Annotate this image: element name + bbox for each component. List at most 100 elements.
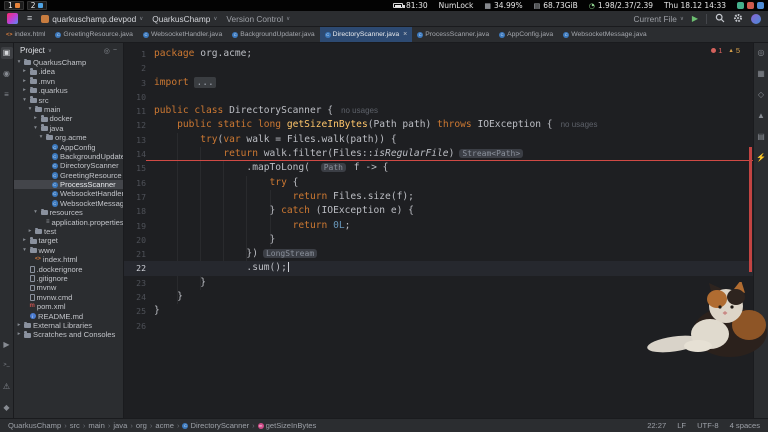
breadcrumb-item[interactable]: QuarkusChamp <box>8 421 61 430</box>
editor-tab[interactable]: <> index.html <box>1 27 50 42</box>
editor-tab[interactable]: C WebsocketHandler.java <box>138 27 227 42</box>
line-number[interactable]: 15 <box>124 161 146 175</box>
line-number[interactable]: 11 <box>124 104 146 118</box>
line-number[interactable]: 16 <box>124 176 146 190</box>
project-widget[interactable]: QuarkusChamp ∨ <box>152 14 217 24</box>
maven-icon[interactable]: ▲ <box>755 110 767 122</box>
editor-tab[interactable]: C DirectoryScanner.java × <box>319 27 413 42</box>
line-number[interactable]: 22 <box>124 261 146 275</box>
expander-icon[interactable]: ▾ <box>33 124 39 133</box>
tree-item[interactable]: ▾ org.acme <box>14 133 123 142</box>
problems-icon[interactable]: ⚠ <box>1 381 13 393</box>
breadcrumb-item[interactable]: src <box>70 421 80 430</box>
line-number[interactable]: 10 <box>124 90 146 104</box>
tree-item[interactable]: C AppConfig <box>14 143 123 152</box>
code-line[interactable]: 1 package org.acme; <box>124 47 753 61</box>
editor-tab[interactable]: C ProcessScanner.java <box>412 27 494 42</box>
tree-item[interactable]: C GreetingResource <box>14 171 123 180</box>
code-line[interactable]: 20 } <box>124 233 753 247</box>
structure-icon[interactable]: ≡ <box>1 89 13 101</box>
breadcrumb-item[interactable]: org <box>136 421 147 430</box>
tree-item[interactable]: C ProcessScanner <box>14 180 123 190</box>
expander-icon[interactable]: ▾ <box>16 58 22 67</box>
tree-item[interactable]: ▾ www <box>14 246 123 255</box>
tree-item[interactable]: ▸ target <box>14 236 123 245</box>
tree-item[interactable]: .dockerignore <box>14 265 123 274</box>
vcs-widget[interactable]: Version Control ∨ <box>226 14 290 24</box>
gradle-icon[interactable]: ◇ <box>755 89 767 101</box>
code-line[interactable]: 21 }) LongStream <box>124 247 753 261</box>
tree-item[interactable]: ▸ test <box>14 227 123 236</box>
editor-tab[interactable]: C WebsocketMessage.java <box>558 27 651 42</box>
tree-item[interactable]: i README.md <box>14 312 123 321</box>
code-line[interactable]: 15 .mapToLong( Path f -> { <box>124 161 753 175</box>
tree-item[interactable]: ▸ docker <box>14 114 123 123</box>
tree-item[interactable]: ▸ .quarkus <box>14 86 123 95</box>
main-menu-icon[interactable]: ≡ <box>27 14 32 23</box>
tree-item[interactable]: C WebsocketHandler <box>14 189 123 198</box>
run-config-widget[interactable]: Current File ∨ <box>633 14 683 24</box>
terminal-icon[interactable]: >_ <box>1 360 13 372</box>
tree-item[interactable]: <> index.html <box>14 255 123 264</box>
expander-icon[interactable]: ▸ <box>22 67 28 76</box>
workspace-2[interactable]: 2 <box>26 1 47 10</box>
tree-item[interactable]: ▾ main <box>14 105 123 114</box>
tree-item[interactable]: ▸ Scratches and Consoles <box>14 330 123 339</box>
code-line[interactable]: 19 return 0L; <box>124 219 753 233</box>
run-button[interactable]: ▶ <box>692 14 698 23</box>
tree-item[interactable]: mvnw.cmd <box>14 293 123 302</box>
tray-icon-1[interactable] <box>737 2 744 9</box>
expander-icon[interactable]: ▸ <box>22 86 28 95</box>
editor-tab[interactable]: C AppConfig.java <box>494 27 558 42</box>
tree-item[interactable]: C BackgroundUpdater <box>14 152 123 161</box>
run-tool-icon[interactable]: ▶ <box>1 339 13 351</box>
tree-item[interactable]: ▾ QuarkusChamp <box>14 58 123 67</box>
hide-panel-icon[interactable]: − <box>113 47 117 54</box>
tree-item[interactable]: ▸ External Libraries <box>14 321 123 330</box>
line-number[interactable]: 21 <box>124 247 146 261</box>
expander-icon[interactable]: ▾ <box>38 133 44 142</box>
search-everywhere-button[interactable] <box>715 13 725 25</box>
caret-position[interactable]: 22:27 <box>647 421 666 430</box>
line-number[interactable]: 19 <box>124 219 146 233</box>
database-icon[interactable]: ▤ <box>755 131 767 143</box>
tree-item[interactable]: ≡ application.properties <box>14 218 123 227</box>
endpoints-icon[interactable]: ⚡ <box>755 152 767 164</box>
line-number[interactable]: 2 <box>124 61 146 75</box>
line-number[interactable]: 24 <box>124 290 146 304</box>
line-number[interactable]: 18 <box>124 204 146 218</box>
services-icon[interactable]: ◆ <box>1 402 13 414</box>
expander-icon[interactable]: ▾ <box>22 246 28 255</box>
tree-item[interactable]: .gitignore <box>14 274 123 283</box>
code-line[interactable]: 10 <box>124 90 753 104</box>
line-number[interactable]: 25 <box>124 304 146 318</box>
tree-item[interactable]: ▸ .idea <box>14 67 123 76</box>
settings-button[interactable] <box>733 13 743 25</box>
avatar[interactable] <box>751 13 761 24</box>
file-encoding[interactable]: UTF-8 <box>697 421 719 430</box>
code-line[interactable]: 17 return Files.size(f); <box>124 190 753 204</box>
line-number[interactable]: 12 <box>124 118 146 132</box>
inspections-widget[interactable]: 1 ▲ 5 <box>711 46 740 55</box>
breadcrumb-item[interactable]: acme <box>155 421 174 430</box>
line-number[interactable]: 14 <box>124 147 146 161</box>
devpod-widget[interactable]: quarkuschamp.devpod ∨ <box>41 14 143 24</box>
code-line[interactable]: 13 try(var walk = Files.walk(path)) { <box>124 133 753 147</box>
expander-icon[interactable]: ▸ <box>16 330 22 339</box>
line-number[interactable]: 26 <box>124 319 146 333</box>
tree-item[interactable]: m pom.xml <box>14 302 123 311</box>
code-line[interactable]: 16 try { <box>124 176 753 190</box>
breadcrumb-item[interactable]: java <box>113 421 127 430</box>
editor-tab[interactable]: C BackgroundUpdater.java <box>227 27 319 42</box>
expander-icon[interactable]: ▸ <box>16 321 22 330</box>
tray-icon-3[interactable] <box>757 2 764 9</box>
line-separator[interactable]: LF <box>677 421 686 430</box>
expander-icon[interactable]: ▾ <box>22 96 28 105</box>
code-line[interactable]: 18 } catch (IOException e) { <box>124 204 753 218</box>
notifications-icon[interactable]: ◎ <box>755 47 767 59</box>
project-panel-title[interactable]: Project <box>20 46 45 55</box>
code-line[interactable]: 3 import ... <box>124 76 753 90</box>
line-number[interactable]: 1 <box>124 47 146 61</box>
close-tab-icon[interactable]: × <box>403 31 407 38</box>
code-line[interactable]: 2 <box>124 61 753 75</box>
